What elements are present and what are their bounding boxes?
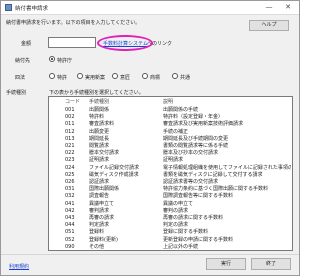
law-option-patent: 特許 — [57, 75, 68, 81]
app-icon — [5, 4, 12, 11]
column-header-code[interactable]: コード — [65, 98, 80, 105]
title-bar: 納付書申請求 — ✕ — [1, 1, 299, 15]
help-button[interactable]: ヘルプ — [249, 20, 289, 31]
law-option-design: 意匠 — [120, 75, 131, 81]
fee-type-table[interactable]: コード 手続種別 説明 001 出願関係 出願関係の手続 002 特許料 特許料（設定登録… — [48, 96, 293, 251]
window-title: 納付書申請求 — [15, 6, 49, 12]
minimize-icon[interactable]: — — [264, 3, 274, 12]
fee-type-label: 手続種別 — [6, 90, 27, 96]
law-radio-design[interactable] — [112, 73, 118, 79]
law-option-utility: 実用新案 — [85, 75, 106, 81]
law-option-common: 共通 — [180, 75, 191, 81]
cell-description: 上記以外の手続 — [163, 243, 199, 250]
amount-label: 金額 — [21, 41, 32, 47]
divider — [1, 254, 299, 255]
law-radio-utility[interactable] — [77, 73, 83, 79]
cell-code: 090 — [65, 243, 75, 250]
close-icon[interactable]: ✕ — [283, 3, 293, 12]
terms-link[interactable]: 利用規約 — [9, 263, 29, 270]
column-header-description[interactable]: 説明 — [163, 98, 173, 105]
law-radio-common[interactable] — [172, 73, 178, 79]
link-highlight-annotation — [97, 35, 153, 51]
law-radio-trademark[interactable] — [142, 73, 148, 79]
cell-type: その他 — [89, 243, 105, 250]
payee-radio[interactable] — [49, 56, 55, 62]
amount-input[interactable] — [48, 37, 96, 48]
table-row[interactable]: 090 その他 上記以外の手続 — [49, 243, 292, 250]
dialog-window: 納付書申請求 — ✕ ヘルプ 納付書申請求を行います。以下の項目を入力してくださ… — [0, 0, 300, 276]
fee-type-hint: 下の表から手続種別を選択してください。 — [49, 90, 144, 96]
law-option-trademark: 商標 — [150, 75, 161, 81]
close-button[interactable]: 終了 — [251, 258, 291, 270]
execute-button[interactable]: 実行 — [206, 258, 246, 270]
law-radio-patent[interactable] — [49, 73, 55, 79]
law-label: 四法 — [15, 75, 26, 81]
instruction-text: 納付書申請求を行います。以下の項目を入力してください。 — [6, 20, 141, 26]
column-header-type[interactable]: 手続種別 — [89, 98, 109, 105]
payee-option-label: 特許庁 — [57, 58, 73, 64]
payee-label: 納付先 — [15, 58, 31, 64]
